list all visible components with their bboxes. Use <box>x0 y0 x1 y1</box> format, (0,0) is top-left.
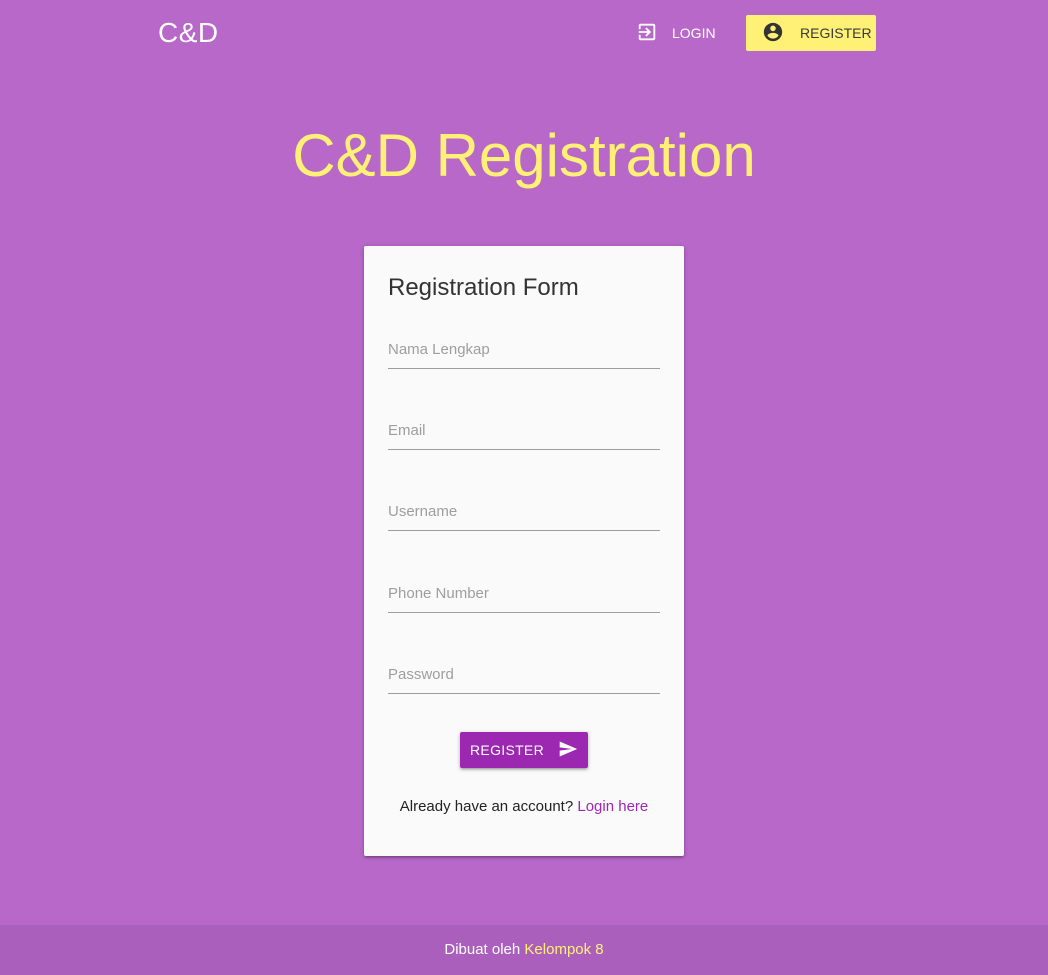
username-input[interactable] <box>388 485 660 531</box>
account-circle-icon <box>762 21 784 46</box>
registration-card: Registration Form REGISTER Already have … <box>364 246 684 856</box>
form-title: Registration Form <box>388 274 579 301</box>
nav-login-label: LOGIN <box>672 25 716 41</box>
brand-logo[interactable]: C&D <box>158 15 219 51</box>
nav-register-label: REGISTER <box>800 25 872 41</box>
nav-login-link[interactable]: LOGIN <box>632 15 720 51</box>
navbar: C&D LOGIN REGISTER <box>0 0 1048 64</box>
page-title: C&D Registration <box>292 122 756 189</box>
submit-label: REGISTER <box>470 742 544 758</box>
footer-team-name: Kelompok 8 <box>524 941 604 958</box>
email-input[interactable] <box>388 404 660 450</box>
register-submit-button[interactable]: REGISTER <box>460 732 588 768</box>
send-icon <box>558 739 578 762</box>
login-here-link[interactable]: Login here <box>577 798 648 815</box>
login-icon <box>636 21 658 46</box>
footer: Dibuat oleh Kelompok 8 <box>0 925 1048 975</box>
account-prompt-text: Already have an account? <box>399 798 574 815</box>
page: C&D LOGIN REGISTER C&D Registration Regi… <box>0 0 1048 975</box>
password-input[interactable] <box>388 648 660 694</box>
phone-number-input[interactable] <box>388 567 660 613</box>
full-name-input[interactable] <box>388 323 660 369</box>
footer-credit-text: Dibuat oleh <box>444 941 521 958</box>
nav-register-button[interactable]: REGISTER <box>746 15 876 51</box>
account-prompt-line: Already have an account? Login here <box>364 798 684 815</box>
